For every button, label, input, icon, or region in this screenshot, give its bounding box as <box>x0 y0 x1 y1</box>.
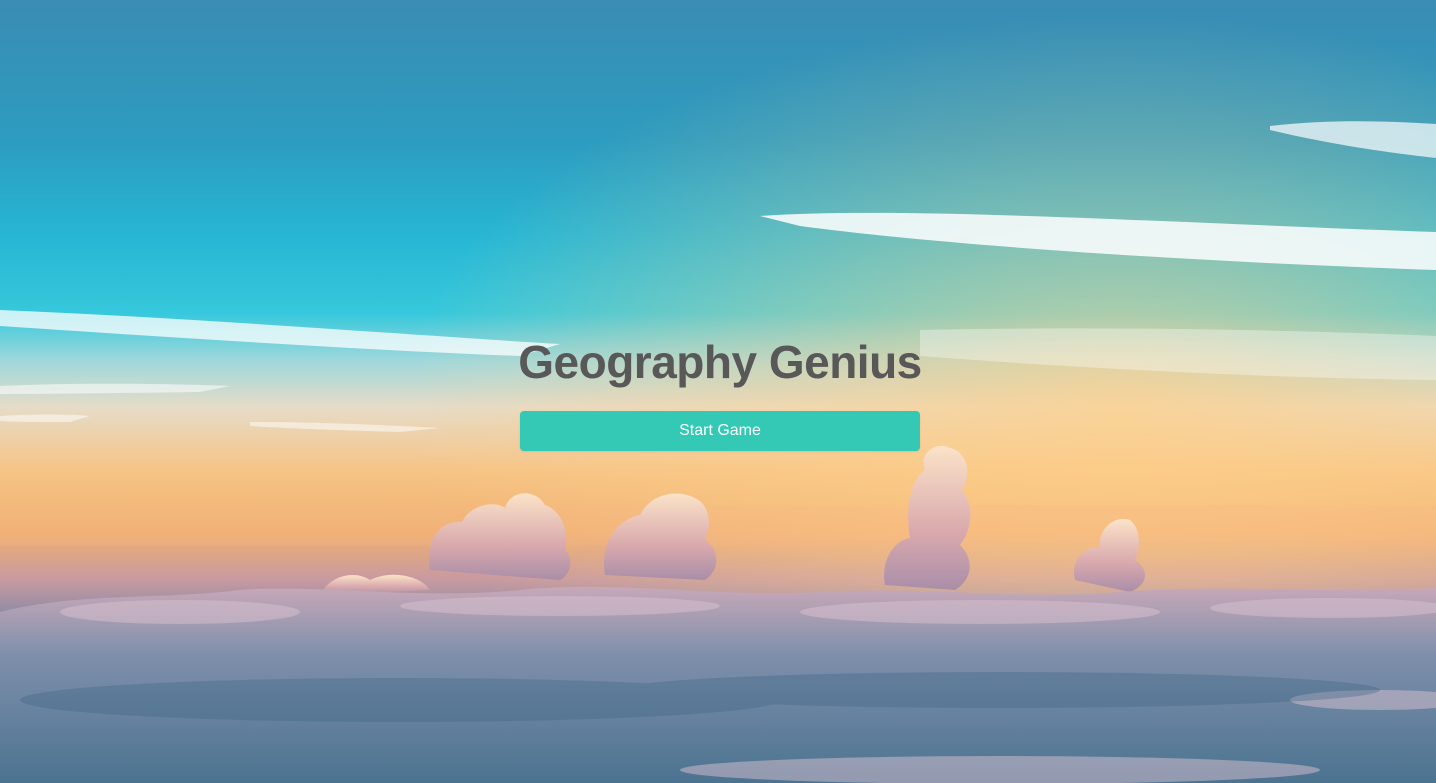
start-game-button[interactable]: Start Game <box>520 411 920 451</box>
start-screen: Geography Genius Start Game <box>518 332 922 451</box>
page-title: Geography Genius <box>518 336 922 388</box>
